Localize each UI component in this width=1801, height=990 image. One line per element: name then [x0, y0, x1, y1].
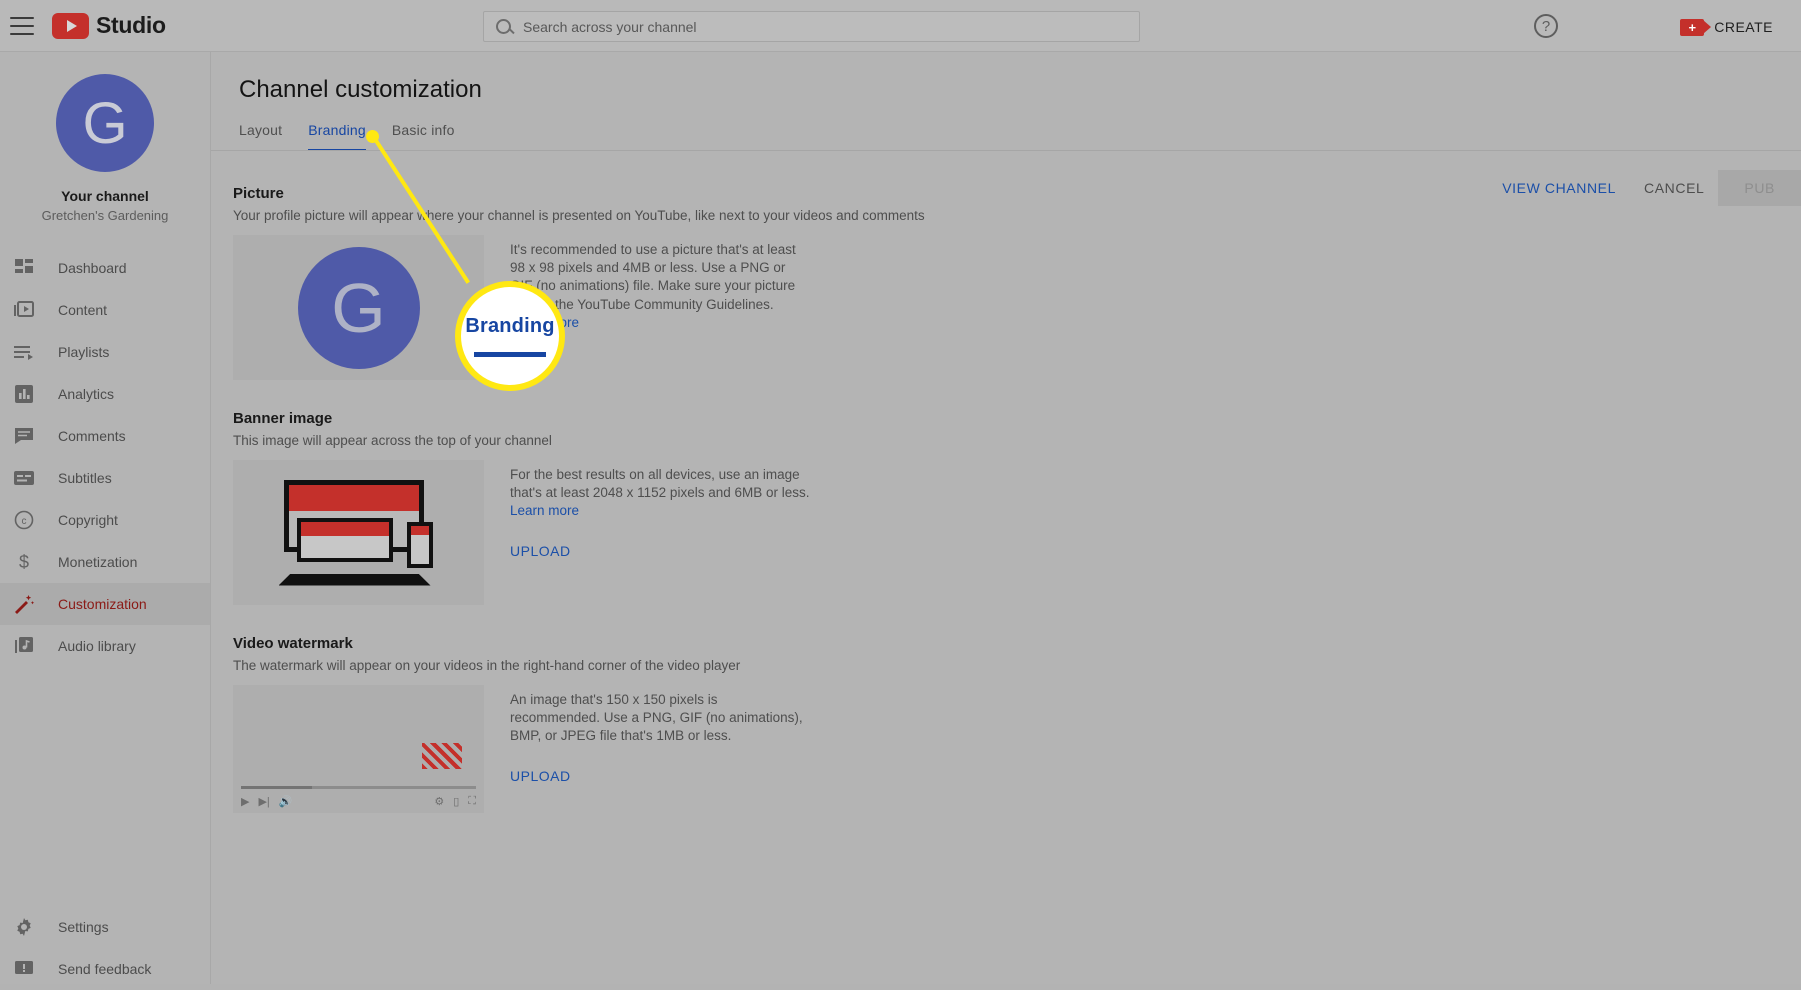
section-description: The watermark will appear on your videos…	[233, 658, 741, 673]
publish-button[interactable]: PUB	[1718, 170, 1801, 206]
sidebar-item-comments[interactable]: Comments	[0, 415, 210, 457]
youtube-play-icon	[52, 12, 89, 39]
hamburger-icon[interactable]	[10, 16, 34, 35]
sidebar-label: Content	[58, 302, 108, 318]
settings-gear-icon: ⚙	[434, 795, 445, 808]
sidebar-item-settings[interactable]: Settings	[0, 906, 210, 948]
sidebar-label: Playlists	[58, 344, 110, 360]
subtitles-icon	[12, 466, 36, 490]
volume-icon: 🔊	[278, 795, 293, 808]
view-channel-button[interactable]: VIEW CHANNEL	[1488, 170, 1630, 206]
section-video-watermark: Video watermark The watermark will appea…	[233, 635, 1801, 813]
comment-bubble-icon	[12, 424, 36, 448]
watermark-upload-button[interactable]: UPLOAD	[510, 768, 571, 784]
channel-block: G Your channel Gretchen's Gardening	[0, 52, 210, 237]
search-icon	[496, 19, 511, 34]
sidebar: G Your channel Gretchen's Gardening Dash…	[0, 52, 211, 984]
sidebar-nav: Dashboard Content Playlists Analytics Co…	[0, 247, 210, 667]
annotation-callout-label: Branding	[465, 315, 555, 337]
copyright-icon: c	[12, 508, 36, 532]
sidebar-bottom-nav: Settings Send feedback	[0, 906, 210, 990]
sidebar-label: Monetization	[58, 554, 138, 570]
section-title: Banner image	[233, 410, 333, 427]
watermark-preview[interactable]: ▶ ▶| 🔊 ⚙ ▯ ⛶	[233, 685, 484, 813]
annotation-dot	[366, 130, 379, 143]
banner-learn-more-link[interactable]: Learn more	[510, 503, 579, 518]
feedback-icon	[12, 957, 36, 981]
section-banner-image: Banner image This image will appear acro…	[233, 410, 1801, 605]
section-description: This image will appear across the top of…	[233, 433, 552, 448]
next-icon: ▶|	[258, 795, 270, 808]
tab-bar: Layout Branding Basic info	[211, 104, 1801, 151]
top-header: Studio ? + CREATE	[0, 0, 1801, 52]
player-controls: ▶ ▶| 🔊 ⚙ ▯ ⛶	[241, 793, 476, 809]
page-title: Channel customization	[239, 76, 482, 103]
banner-info: For the best results on all devices, use…	[510, 466, 810, 521]
gear-icon	[12, 915, 36, 939]
dollar-sign-icon: $	[12, 550, 36, 574]
action-bar: VIEW CHANNEL CANCEL PUB	[1488, 170, 1801, 206]
video-library-icon	[12, 298, 36, 322]
sidebar-label: Analytics	[58, 386, 115, 402]
profile-picture-avatar: G	[297, 246, 420, 369]
sidebar-label: Audio library	[58, 638, 136, 654]
sidebar-label: Copyright	[58, 512, 118, 528]
create-button-label: CREATE	[1714, 19, 1773, 35]
player-progress-bar	[241, 786, 476, 789]
annotation-magnifier-callout: Branding	[455, 281, 565, 391]
watermark-info: An image that's 150 x 150 pixels is reco…	[510, 692, 803, 744]
section-title: Video watermark	[233, 635, 353, 652]
music-note-icon	[12, 634, 36, 658]
help-icon[interactable]: ?	[1534, 14, 1558, 38]
search-bar[interactable]	[483, 11, 1140, 42]
create-button[interactable]: + CREATE	[1672, 12, 1781, 42]
sidebar-label: Comments	[58, 428, 126, 444]
sidebar-item-audio-library[interactable]: Audio library	[0, 625, 210, 667]
avatar[interactable]: G	[56, 74, 154, 172]
devices-illustration-icon	[278, 478, 439, 588]
annotation-callout-underline	[474, 352, 546, 357]
watermark-placeholder-icon	[422, 743, 462, 769]
studio-wordmark: Studio	[96, 12, 166, 38]
fullscreen-icon: ⛶	[468, 794, 476, 807]
section-description: Your profile picture will appear where y…	[233, 208, 925, 223]
banner-preview[interactable]	[233, 460, 484, 605]
svg-text:$: $	[19, 552, 29, 572]
sidebar-item-customization[interactable]: Customization	[0, 583, 210, 625]
sidebar-item-content[interactable]: Content	[0, 289, 210, 331]
sidebar-label: Dashboard	[58, 260, 127, 276]
svg-text:c: c	[22, 516, 27, 527]
tab-basic-info[interactable]: Basic info	[392, 122, 455, 151]
video-camera-plus-icon: +	[1680, 18, 1712, 36]
banner-upload-button[interactable]: UPLOAD	[510, 543, 571, 559]
app-root: Studio ? + CREATE G Your channel Gretche…	[0, 0, 1801, 984]
sidebar-label: Subtitles	[58, 470, 112, 486]
youtube-studio-logo[interactable]: Studio	[52, 12, 166, 39]
dashboard-icon	[12, 256, 36, 280]
sidebar-item-monetization[interactable]: $ Monetization	[0, 541, 210, 583]
sidebar-item-analytics[interactable]: Analytics	[0, 373, 210, 415]
sidebar-item-dashboard[interactable]: Dashboard	[0, 247, 210, 289]
picture-preview[interactable]: G	[233, 235, 484, 380]
play-icon: ▶	[241, 795, 250, 808]
tab-branding[interactable]: Branding	[308, 122, 366, 151]
tab-divider	[211, 150, 1801, 151]
cancel-button[interactable]: CANCEL	[1630, 170, 1718, 206]
playlist-icon	[12, 340, 36, 364]
magic-wand-icon	[12, 592, 36, 616]
sidebar-item-subtitles[interactable]: Subtitles	[0, 457, 210, 499]
banner-info-text: For the best results on all devices, use…	[510, 467, 810, 501]
channel-heading: Your channel	[61, 188, 149, 204]
sidebar-item-copyright[interactable]: c Copyright	[0, 499, 210, 541]
tab-layout[interactable]: Layout	[239, 122, 282, 151]
sidebar-label: Customization	[58, 596, 147, 612]
search-input[interactable]	[523, 18, 1127, 35]
channel-name: Gretchen's Gardening	[41, 208, 169, 223]
main-content: Channel customization Layout Branding Ba…	[211, 52, 1801, 984]
sidebar-item-playlists[interactable]: Playlists	[0, 331, 210, 373]
sidebar-label: Send feedback	[58, 961, 152, 977]
sidebar-label: Settings	[58, 919, 109, 935]
analytics-bar-icon	[12, 382, 36, 406]
theater-mode-icon: ▯	[453, 795, 460, 808]
